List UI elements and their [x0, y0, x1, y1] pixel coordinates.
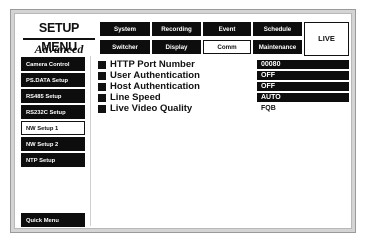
sidebar-item-ntp-setup[interactable]: NTP Setup	[21, 153, 85, 167]
setting-label: Line Speed	[110, 92, 161, 103]
line-speed-field[interactable]: AUTO	[257, 93, 349, 102]
live-button[interactable]: LIVE	[304, 22, 349, 56]
user-authentication-field[interactable]: OFF	[257, 71, 349, 80]
menu-title-mode: Advanced	[34, 42, 84, 56]
bullet-square-icon	[98, 83, 106, 91]
sidebar-item-ps-data-setup[interactable]: PS.DATA Setup	[21, 73, 85, 87]
tab-switcher[interactable]: Switcher	[100, 40, 150, 54]
http-port-field[interactable]: 00080	[257, 60, 349, 69]
setting-label: HTTP Port Number	[110, 59, 195, 70]
tab-system[interactable]: System	[100, 22, 150, 36]
bullet-square-icon	[98, 105, 106, 113]
setup-menu-window: SETUP MENU Advanced System Recording Eve…	[14, 13, 352, 229]
bullet-square-icon	[98, 72, 106, 80]
tab-comm[interactable]: Comm	[203, 40, 251, 54]
host-authentication-field[interactable]: OFF	[257, 82, 349, 91]
menu-title: SETUP MENU Advanced	[21, 19, 97, 59]
sidebar-item-nw-setup-2[interactable]: NW Setup 2	[21, 137, 85, 151]
sidebar-item-nw-setup-1[interactable]: NW Setup 1	[21, 121, 85, 135]
sidebar-item-camera-control[interactable]: Camera Control	[21, 57, 85, 71]
tab-display[interactable]: Display	[152, 40, 201, 54]
setting-label: User Authentication	[110, 70, 200, 81]
setting-label: Live Video Quality	[110, 103, 193, 114]
tab-schedule[interactable]: Schedule	[253, 22, 302, 36]
tab-maintenance[interactable]: Maintenance	[253, 40, 302, 54]
menu-title-main: SETUP MENU	[38, 21, 80, 54]
panel-divider	[90, 56, 91, 226]
live-video-quality-field[interactable]: FQB	[257, 104, 349, 113]
quick-menu-button[interactable]: Quick Menu	[21, 213, 85, 227]
bullet-square-icon	[98, 61, 106, 69]
tab-event[interactable]: Event	[203, 22, 251, 36]
setting-label: Host Authentication	[110, 81, 200, 92]
sidebar-item-rs232c-setup[interactable]: RS232C Setup	[21, 105, 85, 119]
sidebar-item-rs485-setup[interactable]: RS485 Setup	[21, 89, 85, 103]
tab-recording[interactable]: Recording	[152, 22, 201, 36]
bullet-square-icon	[98, 94, 106, 102]
